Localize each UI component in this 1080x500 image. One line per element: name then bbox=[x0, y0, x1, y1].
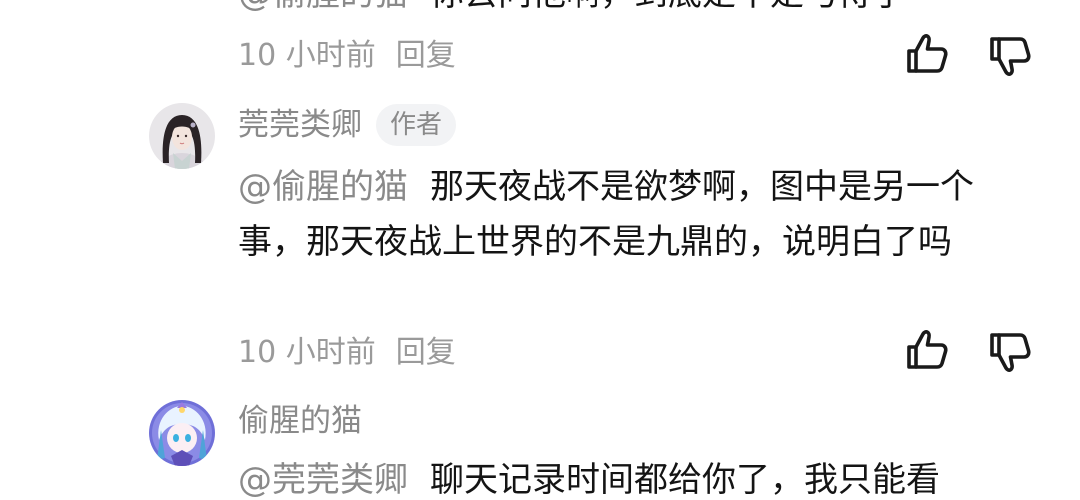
comment-text: 聊天记录时间都给你了，我只能看 bbox=[430, 460, 940, 500]
comment-content: @莞莞类卿 聊天记录时间都给你了，我只能看 bbox=[238, 460, 940, 500]
user-avatar-image bbox=[149, 400, 215, 466]
comment-item: 偷腥的猫 @莞莞类卿 聊天记录时间都给你了，我只能看 bbox=[0, 0, 1080, 500]
avatar[interactable] bbox=[149, 400, 215, 466]
mention-link[interactable]: @莞莞类卿 bbox=[238, 460, 408, 500]
username[interactable]: 偷腥的猫 bbox=[238, 401, 362, 441]
